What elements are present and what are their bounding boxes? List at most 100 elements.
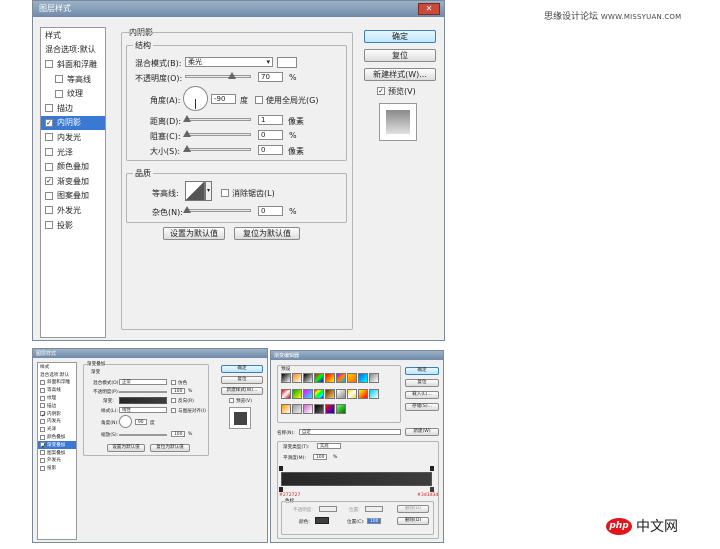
ok-button-2[interactable]: 确定	[221, 365, 263, 373]
sidebar-item[interactable]: 颜色叠加	[41, 159, 105, 174]
gradient-swatch[interactable]	[119, 397, 167, 404]
opacity-stop-left[interactable]	[279, 466, 283, 471]
gradient-preset-swatch[interactable]	[292, 373, 302, 383]
sidebar2-checkbox[interactable]	[40, 426, 45, 432]
stop-color-swatch[interactable]	[315, 517, 329, 524]
size-slider[interactable]	[183, 145, 251, 152]
angle-field[interactable]: -90	[211, 94, 236, 104]
distance-slider-thumb[interactable]	[183, 115, 191, 122]
contour-dropdown[interactable]: ▾	[205, 181, 212, 201]
blend-mode-select[interactable]: 柔光 ▾	[185, 57, 273, 67]
gradient-preset-swatch[interactable]	[325, 404, 335, 415]
sidebar2-checkbox[interactable]	[40, 434, 45, 440]
load-button[interactable]: 载入(L)...	[405, 391, 439, 399]
shadow-color-swatch[interactable]	[277, 57, 297, 68]
preview-checkbox-2[interactable]	[229, 398, 234, 403]
sidebar-checkbox[interactable]	[45, 206, 53, 215]
sidebar2-item[interactable]: 斜面和浮雕	[38, 379, 76, 387]
sidebar-checkbox[interactable]	[45, 133, 53, 142]
gradient-preset-swatch[interactable]	[358, 373, 368, 383]
gradient-preset-swatch[interactable]	[358, 388, 368, 399]
sidebar-item[interactable]: 外发光	[41, 203, 105, 218]
noise-field[interactable]: 0	[258, 206, 283, 216]
angle-dial[interactable]	[183, 86, 208, 111]
sidebar-item[interactable]: 内发光	[41, 130, 105, 145]
sidebar-item[interactable]: 描边	[41, 101, 105, 116]
contour-picker[interactable]	[185, 181, 205, 201]
sidebar2-item[interactable]: 图案叠加	[38, 449, 76, 457]
set-default-button[interactable]: 设置为默认值	[163, 227, 225, 240]
global-light-checkbox[interactable]	[255, 96, 263, 104]
choke-slider[interactable]	[183, 130, 251, 137]
cancel-button[interactable]: 复位	[364, 49, 436, 62]
distance-field[interactable]: 1	[258, 115, 283, 125]
gradient-preset-swatch[interactable]	[325, 373, 335, 383]
opacity-stop-right[interactable]	[430, 466, 434, 471]
sidebar-item[interactable]: 样式	[41, 28, 105, 43]
sidebar2-checkbox[interactable]	[40, 387, 45, 393]
choke-slider-thumb[interactable]	[183, 130, 191, 137]
blend-mode-select-2[interactable]: 正常	[119, 379, 167, 385]
sidebar2-checkbox[interactable]	[40, 395, 45, 401]
opacity-field[interactable]: 70	[258, 72, 283, 82]
dither-checkbox[interactable]	[171, 380, 176, 385]
gradient-preset-swatch[interactable]	[369, 388, 379, 399]
sidebar-checkbox[interactable]: ✓	[45, 177, 53, 186]
sidebar-checkbox[interactable]	[45, 221, 53, 230]
gradient-preset-swatch[interactable]	[336, 373, 346, 383]
align-checkbox[interactable]	[171, 408, 176, 413]
noise-slider-thumb[interactable]	[183, 206, 191, 213]
sidebar2-checkbox[interactable]	[40, 418, 45, 424]
sidebar2-checkbox[interactable]	[40, 457, 45, 463]
set-default-button-2[interactable]: 设置为默认值	[107, 444, 145, 452]
gradient-type-select[interactable]: 实底	[317, 443, 341, 449]
sidebar2-item[interactable]: 外发光	[38, 457, 76, 465]
gradient-preset-swatch[interactable]	[281, 404, 291, 415]
sidebar-checkbox[interactable]	[45, 191, 53, 200]
gradient-preset-swatch[interactable]	[303, 373, 313, 383]
sidebar2-item[interactable]: 光泽	[38, 425, 76, 433]
color-location-field[interactable]: 100	[367, 518, 381, 524]
scale-field[interactable]: 100	[171, 431, 185, 437]
sidebar2-item[interactable]: 投影	[38, 464, 76, 472]
reset-default-button[interactable]: 复位为默认值	[234, 227, 300, 240]
sidebar-checkbox[interactable]	[45, 148, 53, 157]
ok-button-3[interactable]: 确定	[405, 367, 439, 375]
gradient-preset-swatch[interactable]	[292, 404, 302, 415]
close-button[interactable]: ✕	[418, 3, 440, 15]
sidebar-item[interactable]: 混合选项:默认	[41, 43, 105, 58]
gradient-preset-swatch[interactable]	[281, 373, 291, 383]
style-select[interactable]: 线性	[119, 407, 167, 413]
stop-delete-button[interactable]: 删除(D)	[397, 505, 429, 513]
noise-slider[interactable]	[183, 206, 251, 213]
ok-button[interactable]: 确定	[364, 30, 436, 43]
sidebar2-item[interactable]: 颜色叠加	[38, 433, 76, 441]
sidebar-checkbox[interactable]: ✓	[45, 118, 53, 127]
distance-slider[interactable]	[183, 115, 251, 122]
color-stop-left[interactable]	[279, 487, 283, 492]
opacity-slider-2[interactable]	[119, 391, 167, 393]
size-field[interactable]: 0	[258, 145, 283, 155]
sidebar-item[interactable]: ✓ 内阴影	[41, 115, 105, 131]
sidebar-item[interactable]: ✓ 渐变叠加	[41, 174, 105, 189]
sidebar2-item[interactable]: 描边	[38, 402, 76, 410]
sidebar2-checkbox[interactable]	[40, 379, 45, 385]
stop-opacity-field[interactable]	[319, 506, 337, 512]
angle-field-2[interactable]: 90	[135, 419, 147, 425]
choke-field[interactable]: 0	[258, 130, 283, 140]
gradient-preset-swatch[interactable]	[369, 373, 379, 383]
scale-slider[interactable]	[119, 434, 167, 436]
sidebar-checkbox[interactable]	[55, 89, 63, 98]
cancel-button-2[interactable]: 复位	[221, 376, 263, 384]
sidebar2-item[interactable]: 混合选项:默认	[38, 371, 76, 379]
opacity-field-2[interactable]: 100	[171, 388, 185, 394]
sidebar-checkbox[interactable]	[55, 75, 63, 84]
gradient-preset-swatch[interactable]	[347, 373, 357, 383]
opacity-slider-thumb[interactable]	[228, 72, 236, 79]
gradient-preset-swatch[interactable]	[303, 404, 313, 415]
gradient-preset-swatch[interactable]	[292, 388, 302, 399]
gradient-preset-swatch[interactable]	[281, 388, 291, 399]
sidebar-item[interactable]: 投影	[41, 218, 105, 233]
new-style-button[interactable]: 新建样式(W)...	[364, 68, 436, 81]
new-gradient-button[interactable]: 新建(W)	[405, 428, 439, 436]
